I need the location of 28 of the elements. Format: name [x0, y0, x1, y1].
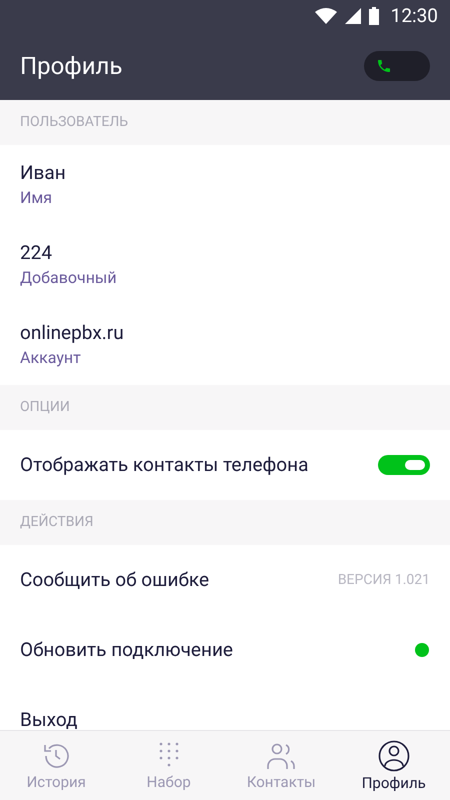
field-value: Иван [20, 160, 67, 186]
section-title: ПОЛЬЗОВАТЕЛЬ [20, 113, 128, 132]
action-label: Сообщить об ошибке [20, 566, 210, 593]
page-title: Профиль [20, 51, 122, 82]
action-label: Обновить подключение [20, 636, 233, 663]
battery-icon [368, 7, 379, 25]
field-label: Добавочный [20, 267, 118, 289]
section-title: ОПЦИИ [20, 398, 70, 417]
signal-icon [344, 8, 361, 24]
field-label: Аккаунт [20, 347, 82, 369]
action-row[interactable]: Выход [0, 685, 450, 730]
field-value: 224 [20, 240, 54, 266]
action-row[interactable]: Обновить подключение [0, 615, 450, 685]
action-label: Выход [20, 706, 78, 730]
phone-icon [376, 58, 392, 74]
tab[interactable]: Профиль [338, 731, 450, 800]
call-status-toggle[interactable] [364, 51, 430, 81]
profile-icon [378, 740, 410, 772]
toggle-switch[interactable] [378, 455, 430, 475]
field-label: Имя [20, 187, 54, 209]
contacts-icon [265, 740, 298, 770]
wifi-icon [314, 8, 337, 24]
clock-time: 12:30 [390, 2, 438, 29]
action-row[interactable]: Сообщить об ошибке ВЕРСИЯ 1.021 [0, 545, 450, 615]
field-value: onlinepbx.ru [20, 320, 125, 346]
setting-label: Отображать контакты телефона [20, 452, 308, 478]
version-label: ВЕРСИЯ 1.021 [338, 570, 430, 590]
section-title: ДЕЙСТВИЯ [20, 512, 94, 532]
